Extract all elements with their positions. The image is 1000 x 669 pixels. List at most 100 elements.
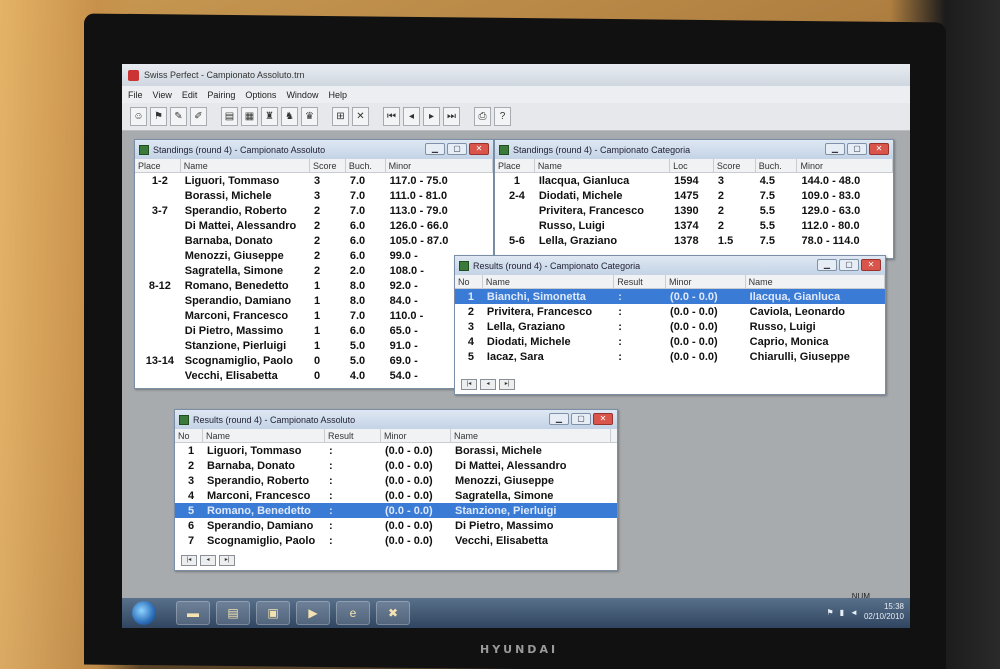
toolbar-button[interactable]: ✕: [352, 107, 369, 126]
table-row[interactable]: Di Pietro, Massimo 1 6.0 65.0 -: [135, 323, 493, 338]
table-row[interactable]: Di Mattei, Alessandro 2 6.0 126.0 - 66.0: [135, 218, 493, 233]
taskbar-folder-icon[interactable]: ▣: [256, 601, 290, 625]
table-row[interactable]: 4 Diodati, Michele: (0.0 - 0.0) Caprio, Mon…: [455, 334, 885, 349]
toolbar-button[interactable]: ▦: [241, 107, 258, 126]
start-button[interactable]: [132, 601, 156, 625]
column-header[interactable]: Result: [614, 275, 667, 288]
table-row[interactable]: 13-14 Scognamiglio, Paolo 0 5.0 69.0 -: [135, 353, 493, 368]
table-row[interactable]: 2 Privitera, Francesco: (0.0 - 0.0) Caviola…: [455, 304, 885, 319]
maximize-button[interactable]: ▢: [571, 413, 591, 425]
close-button[interactable]: ✕: [593, 413, 613, 425]
column-header[interactable]: Score: [310, 159, 346, 172]
table-row[interactable]: Barnaba, Donato 2 6.0 105.0 - 87.0: [135, 233, 493, 248]
table-row[interactable]: 2-4 Diodati, Michele 1475 2 7.5 109.0 - 83.0: [495, 188, 893, 203]
column-header[interactable]: No: [175, 429, 203, 442]
minimize-button[interactable]: ▁: [425, 143, 445, 155]
first-icon[interactable]: |◂: [181, 555, 197, 566]
tray-network-icon[interactable]: ▮: [840, 608, 844, 617]
column-header[interactable]: Loc: [670, 159, 714, 172]
close-button[interactable]: ✕: [469, 143, 489, 155]
window-title-bar[interactable]: Results (round 4) - Campionato Categoria…: [455, 256, 885, 275]
maximize-button[interactable]: ▢: [847, 143, 867, 155]
table-row[interactable]: 6 Sperandio, Damiano: (0.0 - 0.0) Di Pietro…: [175, 518, 617, 533]
table-row[interactable]: 3 Lella, Graziano: (0.0 - 0.0) Russo, Luigi: [455, 319, 885, 334]
window-title-bar[interactable]: Standings (round 4) - Campionato Assolut…: [135, 140, 493, 159]
tray-volume-icon[interactable]: ◄: [850, 608, 858, 617]
table-row[interactable]: 1-2 Liguori, Tommaso 3 7.0 117.0 - 75.0: [135, 173, 493, 188]
toolbar-button[interactable]: ⏭: [443, 107, 460, 126]
table-row[interactable]: 3-7 Sperandio, Roberto 2 7.0 113.0 - 79.0: [135, 203, 493, 218]
toolbar-button[interactable]: ⚑: [150, 107, 167, 126]
table-row[interactable]: 3 Sperandio, Roberto: (0.0 - 0.0) Menozzi, …: [175, 473, 617, 488]
results-assoluto-window[interactable]: Results (round 4) - Campionato Assoluto …: [174, 409, 618, 571]
toolbar-button[interactable]: ♜: [261, 107, 278, 126]
column-header[interactable]: Minor: [381, 429, 451, 442]
toolbar-button[interactable]: ◂: [403, 107, 420, 126]
first-icon[interactable]: |◂: [461, 379, 477, 390]
menu-item-edit[interactable]: Edit: [182, 90, 198, 100]
next-icon[interactable]: ▸|: [499, 379, 515, 390]
column-header[interactable]: Name: [451, 429, 611, 442]
column-header[interactable]: Name: [203, 429, 325, 442]
table-row[interactable]: 5 Iacaz, Sara: (0.0 - 0.0) Chiarulli, Giuse…: [455, 349, 885, 364]
table-row[interactable]: Sagratella, Simone 2 2.0 108.0 -: [135, 263, 493, 278]
results-categoria-window[interactable]: Results (round 4) - Campionato Categoria…: [454, 255, 886, 395]
column-header[interactable]: Buch.: [346, 159, 386, 172]
toolbar-button[interactable]: ⏮: [383, 107, 400, 126]
table-row[interactable]: 5 Romano, Benedetto: (0.0 - 0.0) Stanzione,…: [175, 503, 617, 518]
maximize-button[interactable]: ▢: [839, 259, 859, 271]
table-row[interactable]: 8-12 Romano, Benedetto 1 8.0 92.0 -: [135, 278, 493, 293]
taskbar-swissperfect-icon[interactable]: ✖: [376, 601, 410, 625]
table-row[interactable]: Russo, Luigi 1374 2 5.5 112.0 - 80.0: [495, 218, 893, 233]
next-icon[interactable]: ▸|: [219, 555, 235, 566]
toolbar-button[interactable]: ♞: [281, 107, 298, 126]
table-row[interactable]: 1 Bianchi, Simonetta: (0.0 - 0.0) Ilacqua, …: [455, 289, 885, 304]
prev-icon[interactable]: ◂: [480, 379, 496, 390]
column-header[interactable]: Minor: [797, 159, 893, 172]
column-header[interactable]: Score: [714, 159, 756, 172]
taskbar-media-icon[interactable]: ▶: [296, 601, 330, 625]
toolbar-button[interactable]: ✐: [190, 107, 207, 126]
column-header[interactable]: Minor: [666, 275, 746, 288]
column-header[interactable]: Name: [483, 275, 615, 288]
column-header[interactable]: Name: [181, 159, 311, 172]
column-header[interactable]: Place: [135, 159, 181, 172]
menu-item-help[interactable]: Help: [328, 90, 347, 100]
column-header[interactable]: Minor: [386, 159, 493, 172]
clock[interactable]: 15:38 02/10/2010: [864, 602, 904, 622]
minimize-button[interactable]: ▁: [817, 259, 837, 271]
table-row[interactable]: Menozzi, Giuseppe 2 6.0 99.0 -: [135, 248, 493, 263]
menu-item-file[interactable]: File: [128, 90, 143, 100]
column-header[interactable]: Place: [495, 159, 535, 172]
close-button[interactable]: ✕: [869, 143, 889, 155]
toolbar-button[interactable]: ☺: [130, 107, 147, 126]
column-header[interactable]: Name: [746, 275, 885, 288]
table-row[interactable]: 4 Marconi, Francesco: (0.0 - 0.0) Sagratell…: [175, 488, 617, 503]
table-row[interactable]: 2 Barnaba, Donato: (0.0 - 0.0) Di Mattei, A…: [175, 458, 617, 473]
taskbar-explorer-icon[interactable]: ▬: [176, 601, 210, 625]
column-header[interactable]: Name: [535, 159, 671, 172]
toolbar-button[interactable]: ⎙: [474, 107, 491, 126]
column-header[interactable]: No: [455, 275, 483, 288]
toolbar-button[interactable]: ?: [494, 107, 511, 126]
toolbar-button[interactable]: ✎: [170, 107, 187, 126]
table-row[interactable]: Marconi, Francesco 1 7.0 110.0 -: [135, 308, 493, 323]
column-header[interactable]: Result: [325, 429, 381, 442]
menu-item-options[interactable]: Options: [245, 90, 276, 100]
toolbar-button[interactable]: ⊞: [332, 107, 349, 126]
table-row[interactable]: Borassi, Michele 3 7.0 111.0 - 81.0: [135, 188, 493, 203]
standings-categoria-window[interactable]: Standings (round 4) - Campionato Categor…: [494, 139, 894, 259]
standings-assoluto-window[interactable]: Standings (round 4) - Campionato Assolut…: [134, 139, 494, 389]
maximize-button[interactable]: ▢: [447, 143, 467, 155]
table-row[interactable]: 7 Scognamiglio, Paolo: (0.0 - 0.0) Vecchi, …: [175, 533, 617, 548]
close-button[interactable]: ✕: [861, 259, 881, 271]
toolbar-button[interactable]: ▸: [423, 107, 440, 126]
minimize-button[interactable]: ▁: [549, 413, 569, 425]
prev-icon[interactable]: ◂: [200, 555, 216, 566]
table-row[interactable]: Sperandio, Damiano 1 8.0 84.0 -: [135, 293, 493, 308]
table-row[interactable]: 5-6 Lella, Graziano 1378 1.5 7.5 78.0 - 114.0: [495, 233, 893, 248]
minimize-button[interactable]: ▁: [825, 143, 845, 155]
table-row[interactable]: Stanzione, Pierluigi 1 5.0 91.0 -: [135, 338, 493, 353]
taskbar-window-icon[interactable]: ▤: [216, 601, 250, 625]
window-title-bar[interactable]: Standings (round 4) - Campionato Categor…: [495, 140, 893, 159]
